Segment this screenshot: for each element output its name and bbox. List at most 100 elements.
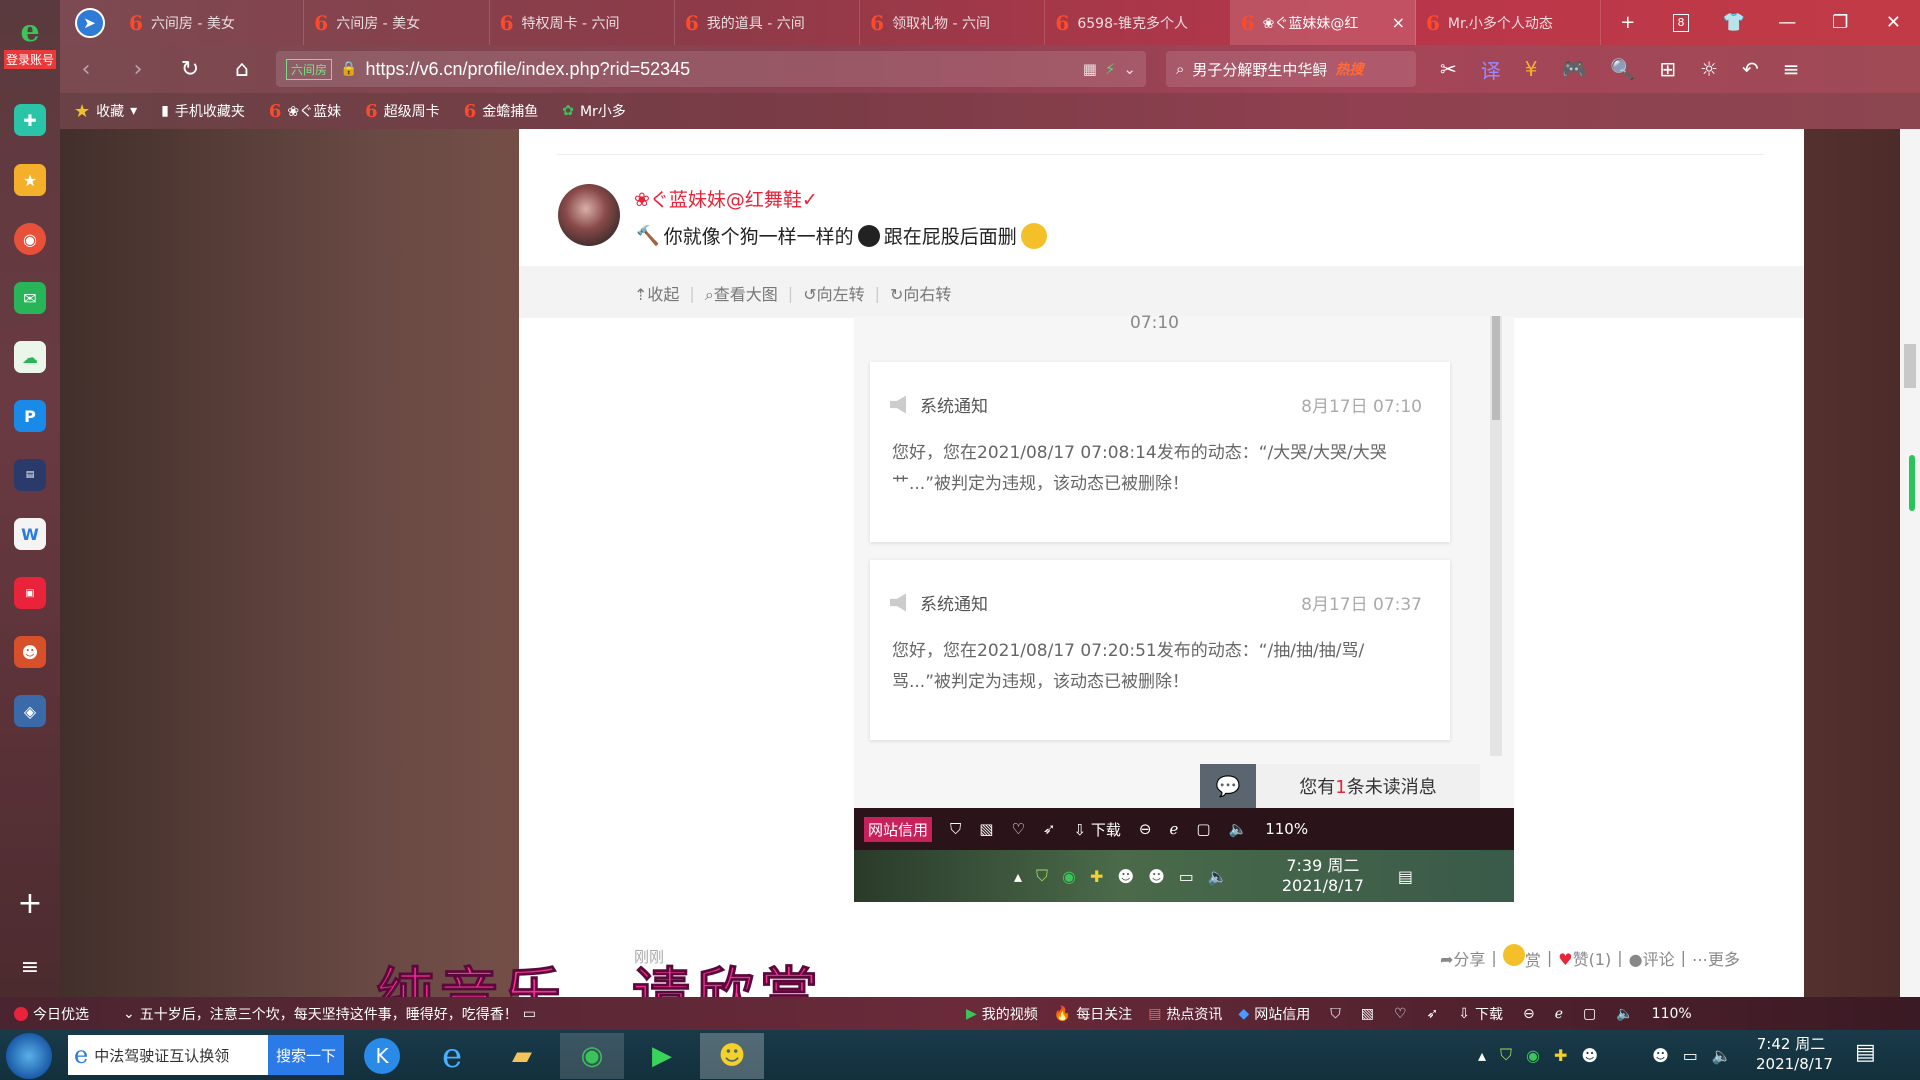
more-button[interactable]: ⋯更多 <box>1692 946 1740 970</box>
login-account-label[interactable]: 登录账号 <box>3 50 56 69</box>
bookmark-item-2[interactable]: 6 金蟾捕鱼 <box>464 101 539 122</box>
volume-button[interactable]: 🔈 <box>1616 1006 1633 1022</box>
sidebar-p-icon[interactable]: P <box>14 400 46 432</box>
page-scrollbar[interactable] <box>1900 129 1920 997</box>
menu-icon[interactable]: ≡ <box>1783 57 1800 81</box>
home-button[interactable]: ⌂ <box>216 57 268 82</box>
view-large-button[interactable]: ⌕查看大图 <box>705 281 778 305</box>
bookmark-favorites[interactable]: ★ 收藏 ▾ <box>74 101 137 122</box>
undo-icon[interactable]: ↶ <box>1742 57 1759 81</box>
forward-button[interactable]: › <box>112 57 164 82</box>
image-button[interactable]: ▧ <box>1361 1006 1374 1022</box>
taskbar-search[interactable]: e 中法驾驶证互认换领 搜索一下 <box>68 1035 344 1075</box>
nav-compass[interactable]: ➤ <box>60 0 119 45</box>
shield-tray-icon[interactable]: ⛉ <box>1500 1045 1512 1065</box>
taskbar-app-photo[interactable]: ☻ <box>700 1033 764 1079</box>
tab-1[interactable]: 6 六间房 - 美女 <box>304 0 490 45</box>
avatar[interactable] <box>558 184 620 246</box>
qq-tray-icon[interactable]: ☻ <box>1652 1046 1669 1065</box>
taskbar-app-player[interactable]: ▶ <box>630 1033 694 1079</box>
tab-count-button[interactable]: 8 <box>1654 0 1707 45</box>
sidebar-menu-icon[interactable]: ≡ <box>0 955 60 980</box>
taskbar-app-360-browser[interactable]: ◉ <box>560 1033 624 1079</box>
search-box[interactable]: ⌕ 男子分解野生中华鲟 热搜 <box>1166 51 1416 87</box>
sidebar-weibo-icon[interactable]: ◉ <box>14 223 46 255</box>
brightness-icon[interactable]: ☼ <box>1700 57 1718 81</box>
taskbar-app-k[interactable]: K <box>350 1033 414 1079</box>
hot-news[interactable]: ▤ 热点资讯 <box>1148 1004 1222 1024</box>
qr-icon[interactable]: ▦ <box>1083 60 1097 78</box>
translate-icon[interactable]: 译 <box>1481 55 1501 84</box>
rotate-right-button[interactable]: ↻向右转 <box>890 281 951 305</box>
tab-4[interactable]: 6 领取礼物 - 六间 <box>860 0 1046 45</box>
sidebar-app-icon[interactable]: ◈ <box>14 695 46 727</box>
taskbar-clock[interactable]: 7:42 周二 2021/8/17 <box>1756 1034 1833 1074</box>
unread-message-banner[interactable]: 💬 您有1条未读消息 <box>1200 764 1480 808</box>
taskbar-search-button[interactable]: 搜索一下 <box>267 1035 344 1075</box>
plus-tray-icon[interactable]: ✚ <box>1554 1046 1567 1065</box>
taskbar-search-input[interactable]: 中法驾驶证互认换领 <box>94 1045 268 1066</box>
page-scroll-thumb[interactable] <box>1904 344 1916 388</box>
post-username[interactable]: ❀ぐ蓝妹妹@红舞鞋✓ <box>634 185 818 212</box>
bookmark-item-3[interactable]: ✿ Mr小多 <box>562 101 626 121</box>
side-handle[interactable] <box>1909 455 1915 511</box>
chevron-down-icon[interactable]: ⌄ <box>1123 60 1136 78</box>
reward-button[interactable]: 赏 <box>1502 944 1541 971</box>
minimize-button[interactable]: — <box>1761 0 1814 45</box>
coin-icon[interactable]: ¥ <box>1525 57 1538 81</box>
zoom-level[interactable]: 110% <box>1652 1006 1692 1022</box>
bookmark-item-0[interactable]: 6 ❀ぐ蓝妹 <box>269 101 341 122</box>
tab-3[interactable]: 6 我的道具 - 六间 <box>675 0 861 45</box>
like-button[interactable]: ♥赞(1) <box>1558 946 1611 970</box>
search-text[interactable]: 男子分解野生中华鲟 <box>1192 59 1327 80</box>
network-icon[interactable]: ▭ <box>1683 1046 1698 1065</box>
sidebar-add-icon[interactable]: + <box>0 886 60 921</box>
sidebar-doc-icon[interactable]: W <box>14 518 46 550</box>
sidebar-cloud-icon[interactable]: ☁ <box>14 341 46 373</box>
heart-button[interactable]: ♡ <box>1394 1006 1407 1022</box>
skin-button[interactable]: 👕 <box>1708 0 1761 45</box>
sidebar-mail-icon[interactable]: ✉ <box>14 282 46 314</box>
site-credit[interactable]: ◆ 网站信用 <box>1238 1004 1310 1024</box>
my-video[interactable]: ▶ 我的视频 <box>966 1004 1038 1024</box>
start-button[interactable] <box>6 1033 52 1079</box>
tab-7[interactable]: 6 Mr.小多个人动态 <box>1416 0 1602 45</box>
url-text[interactable]: https://v6.cn/profile/index.php?rid=5234… <box>365 59 1074 80</box>
browser-logo[interactable]: e 登录账号 <box>0 14 60 69</box>
address-bar[interactable]: 六间房 🔒 https://v6.cn/profile/index.php?ri… <box>276 51 1146 87</box>
shield-button[interactable]: ⛉ <box>1330 1006 1341 1022</box>
volume-icon[interactable]: 🔈 <box>1712 1046 1732 1065</box>
qq-tray-icon[interactable]: ☻ <box>1581 1046 1598 1065</box>
news-ticker[interactable]: ⌄ 五十岁后，注意三个坎，每天坚持这件事，睡得好，吃得香！ ▭ <box>123 1004 536 1024</box>
download-button[interactable]: ⇩ 下载 <box>1458 1004 1503 1024</box>
ie-mode-button[interactable]: ℯ <box>1555 1006 1563 1022</box>
window-button[interactable]: ▢ <box>1583 1006 1596 1022</box>
rotate-left-button[interactable]: ↺向左转 <box>803 281 864 305</box>
bookmark-item-1[interactable]: 6 超级周卡 <box>365 101 440 122</box>
tab-close-icon[interactable]: × <box>1392 13 1405 32</box>
daily-follow[interactable]: 🔥 每日关注 <box>1054 1004 1132 1024</box>
sidebar-game-icon[interactable]: ☻ <box>14 636 46 668</box>
collapse-button[interactable]: ⇡收起 <box>634 281 679 305</box>
sidebar-sports-icon[interactable]: ▤ <box>14 459 46 491</box>
rocket-button[interactable]: ➶ <box>1427 1006 1439 1022</box>
back-button[interactable]: ‹ <box>60 57 112 82</box>
reload-button[interactable]: ↻ <box>164 57 216 82</box>
new-tab-button[interactable]: + <box>1601 0 1654 45</box>
sidebar-star-icon[interactable]: ★ <box>14 164 46 196</box>
taskbar-app-explorer[interactable]: ▰ <box>490 1033 554 1079</box>
browser-tray-icon[interactable]: ◉ <box>1526 1046 1540 1065</box>
caret-up-icon[interactable]: ▴ <box>1478 1046 1486 1065</box>
restore-button[interactable]: ❐ <box>1814 0 1867 45</box>
tab-6-active[interactable]: 6 ❀ぐ蓝妹妹@红 × <box>1230 0 1416 45</box>
tab-5[interactable]: 6 6598-锥克多个人 <box>1045 0 1231 45</box>
today-pick[interactable]: 今日优选 <box>14 1004 89 1024</box>
sidebar-xiaohongshu-icon[interactable]: ▣ <box>14 577 46 609</box>
comment-button[interactable]: ●评论 <box>1629 946 1675 970</box>
scissors-icon[interactable]: ✂ <box>1440 57 1457 81</box>
tab-0[interactable]: 6 六间房 - 美女 <box>119 0 305 45</box>
bolt-icon[interactable]: ⚡ <box>1105 60 1116 78</box>
tab-2[interactable]: 6 特权周卡 - 六间 <box>490 0 675 45</box>
taskbar-app-ie[interactable]: e <box>420 1033 484 1079</box>
magnifier-icon[interactable]: 🔍 <box>1610 57 1635 81</box>
